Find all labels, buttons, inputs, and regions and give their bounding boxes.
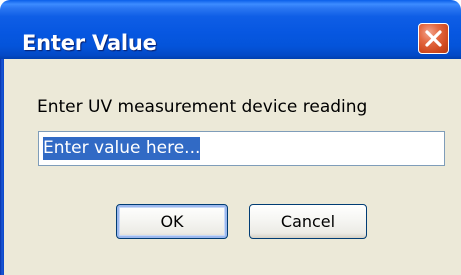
title-bar[interactable]: Enter Value (0, 0, 461, 59)
value-input-text: Enter value here... (43, 137, 201, 160)
dialog-body: Enter UV measurement device reading Ente… (4, 59, 461, 275)
enter-value-dialog: Enter Value Enter UV measurement device … (0, 0, 461, 275)
dialog-title: Enter Value (22, 31, 157, 55)
value-input[interactable]: Enter value here... (38, 131, 445, 166)
close-x-icon (425, 30, 442, 47)
prompt-label: Enter UV measurement device reading (37, 97, 368, 117)
ok-button[interactable]: OK (116, 204, 228, 239)
cancel-button[interactable]: Cancel (249, 204, 367, 239)
close-button[interactable] (418, 23, 449, 54)
